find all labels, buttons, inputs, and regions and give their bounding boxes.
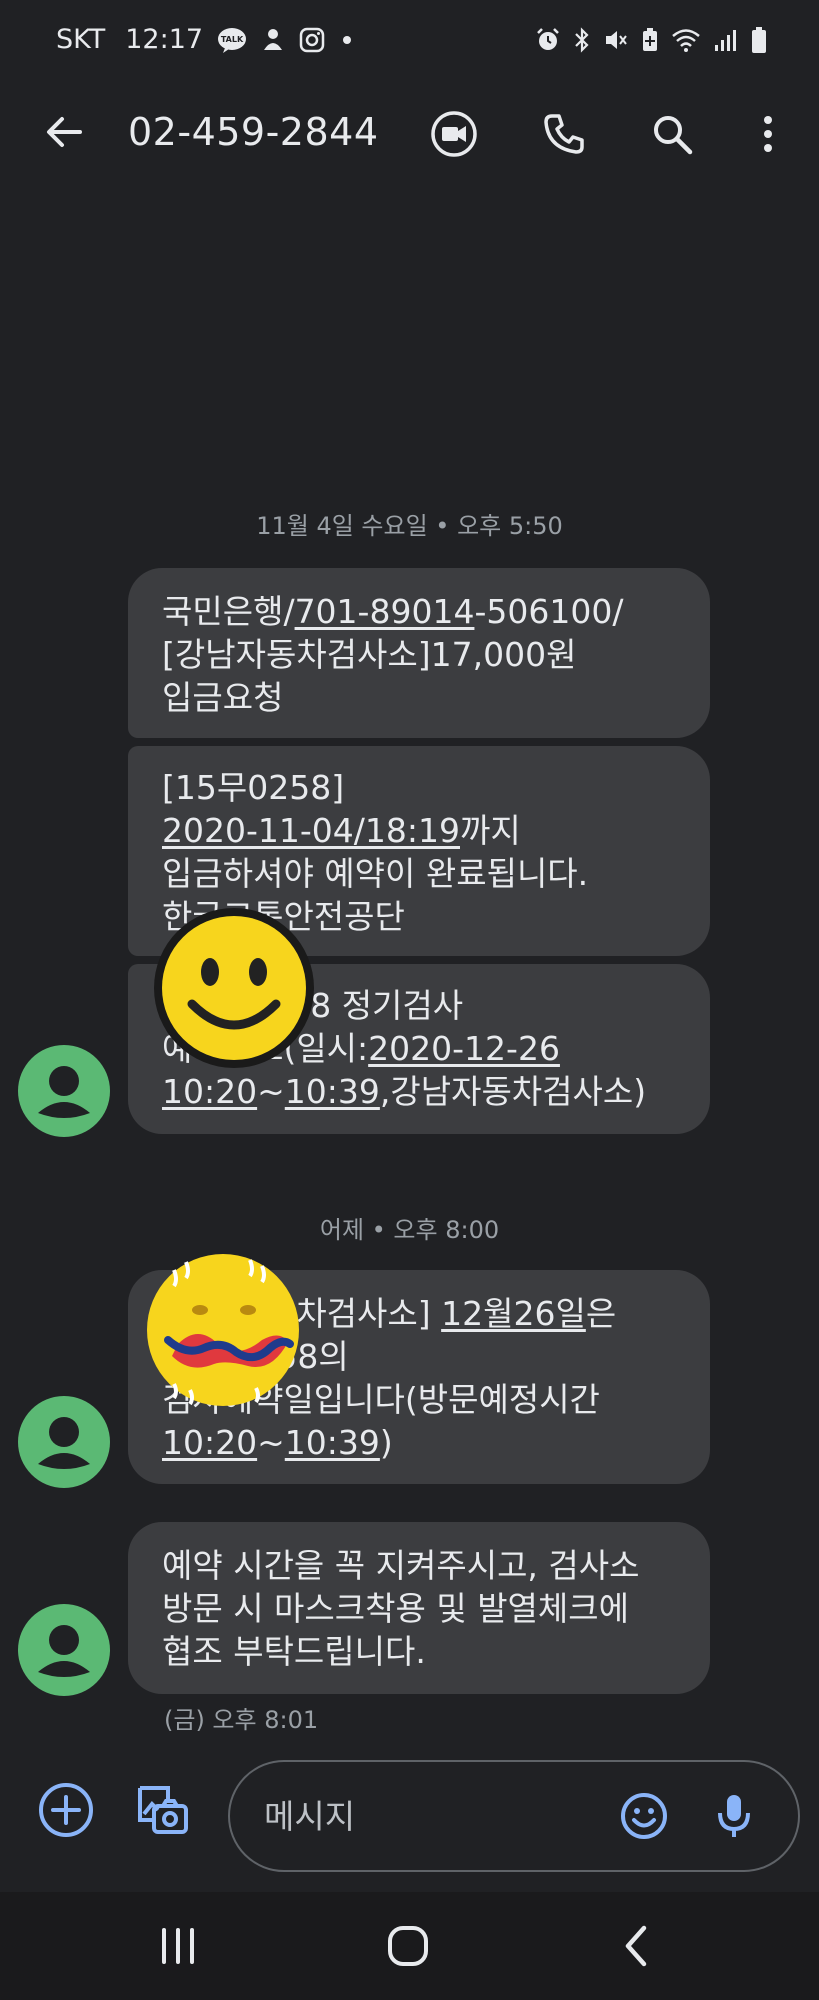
instagram-icon: [299, 27, 325, 53]
message-text: ): [379, 1423, 393, 1462]
account-number-link[interactable]: 701-89014: [295, 592, 475, 631]
person-icon: [38, 1066, 90, 1118]
kakaotalk-icon: TALK: [217, 26, 247, 54]
message-text: -506100/: [474, 592, 624, 631]
time-link[interactable]: 10:20: [162, 1072, 257, 1111]
date-link[interactable]: 2020-11-04/18:19: [162, 811, 460, 850]
emoji-icon[interactable]: [616, 1788, 672, 1844]
avatar[interactable]: [18, 1045, 110, 1137]
video-call-icon[interactable]: [428, 108, 480, 160]
person-icon: [38, 1417, 90, 1469]
message-bubble[interactable]: 국민은행/701-89014-506100/ [강남자동차검사소]17,000원…: [128, 568, 710, 738]
message-text: ,강남자동차검사소): [379, 1072, 647, 1111]
recent-apps-icon[interactable]: [148, 1916, 208, 1976]
message-line: 10:20~10:39,강남자동차검사소): [162, 1070, 676, 1113]
mute-icon: [603, 27, 629, 53]
message-line: 입금요청: [162, 678, 284, 717]
date-separator: 11월 4일 수요일 • 오후 5:50: [256, 512, 563, 540]
date-separator: 어제 • 오후 8:00: [319, 1216, 500, 1244]
signal-icon: [713, 27, 739, 53]
message-text: 은: [585, 1294, 617, 1333]
message-line: [15무0258]: [162, 768, 345, 807]
person-icon: [38, 1625, 90, 1677]
carrier-label: SKT: [56, 24, 106, 55]
bluetooth-icon: [573, 27, 591, 53]
message-line: 국민은행/701-89014-506100/: [162, 590, 676, 633]
message-line: 입금하셔야 예약이 완료됩니다.: [162, 854, 589, 893]
message-input[interactable]: [264, 1788, 584, 1844]
time-link[interactable]: 10:39: [285, 1423, 380, 1462]
battery-saver-icon: [641, 27, 659, 53]
avatar[interactable]: [18, 1396, 110, 1488]
more-dot-icon: [339, 32, 355, 48]
more-vert-icon[interactable]: [742, 108, 794, 160]
date-link[interactable]: 2020-12-26: [368, 1029, 560, 1068]
add-circle-icon[interactable]: [34, 1778, 98, 1842]
message-text: 까지: [460, 811, 521, 850]
phone-icon[interactable]: [538, 108, 590, 160]
gallery-camera-icon[interactable]: [130, 1778, 194, 1842]
message-text: 국민은행/: [162, 592, 295, 631]
clock: 12:17: [125, 24, 204, 55]
time-link[interactable]: 10:39: [285, 1072, 380, 1111]
home-icon[interactable]: [378, 1916, 438, 1976]
time-link[interactable]: 10:20: [162, 1423, 257, 1462]
battery-icon: [751, 26, 767, 54]
message-text: ~: [257, 1423, 285, 1462]
hot-face-emoji-icon: [138, 1248, 308, 1416]
message-bubble[interactable]: 예약 시간을 꼭 지켜주시고, 검사소 방문 시 마스크착용 및 발열체크에 협…: [128, 1522, 710, 1694]
contact-phone-number[interactable]: 02-459-2844: [128, 110, 379, 154]
message-text: ~: [257, 1072, 285, 1111]
message-line: 2020-11-04/18:19까지: [162, 809, 676, 852]
message-line: 협조 부탁드립니다.: [162, 1632, 426, 1671]
compose-bar: [0, 1748, 819, 1888]
smiley-emoji-icon: [152, 906, 316, 1074]
message-line: 예약 시간을 꼭 지켜주시고, 검사소: [162, 1546, 640, 1585]
status-bar: SKT 12:17 TALK: [0, 0, 819, 88]
avatar[interactable]: [18, 1604, 110, 1696]
date-link[interactable]: 12월26일: [441, 1294, 586, 1333]
system-nav-bar: [0, 1892, 819, 2000]
message-line: [강남자동차검사소]17,000원: [162, 635, 577, 674]
message-field[interactable]: [228, 1760, 800, 1872]
search-icon[interactable]: [646, 108, 698, 160]
back-icon[interactable]: [606, 1916, 666, 1976]
message-line: 10:20~10:39): [162, 1421, 676, 1464]
message-timestamp: (금) 오후 8:01: [164, 1706, 319, 1734]
app-bar: 02-459-2844: [0, 88, 819, 180]
alarm-icon: [535, 27, 561, 53]
back-arrow-icon[interactable]: [40, 108, 88, 156]
notification-icon: [261, 26, 285, 54]
microphone-icon[interactable]: [706, 1788, 762, 1844]
message-line: 방문 시 마스크착용 및 발열체크에: [162, 1589, 629, 1628]
wifi-icon: [671, 27, 701, 53]
kakao-label: TALK: [221, 35, 244, 44]
